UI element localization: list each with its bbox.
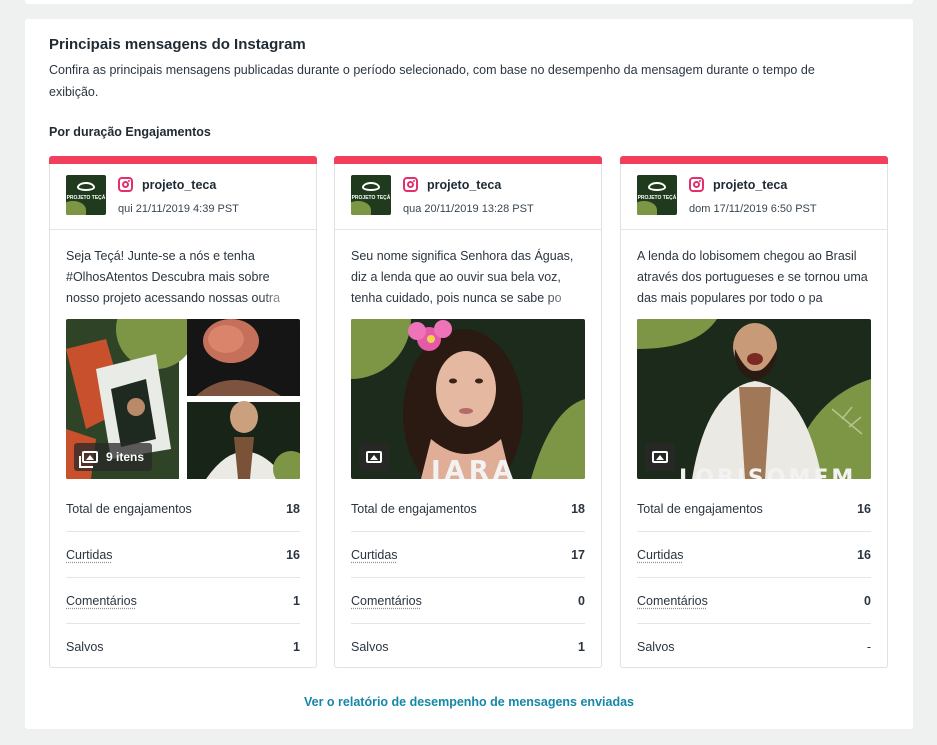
panel-title: Principais mensagens do Instagram [49,36,306,53]
stat-comments: Comentários 0 [351,578,585,624]
top-instagram-messages-panel: Principais mensagens do Instagram Confir… [25,19,913,729]
image-icon [366,451,382,463]
image-caption: LOBISOMEM [679,466,856,479]
card-accent-bar [49,156,317,164]
stat-total-engagements: Total de engajamentos 16 [637,486,871,532]
card-header: PROJETO TEÇÁ projeto_teca qua 20/11/2019… [335,164,601,230]
instagram-icon [118,177,133,192]
post-card[interactable]: PROJETO TEÇÁ projeto_teca qui 21/11/2019… [49,156,317,668]
stat-saves: Salvos - [637,640,871,654]
post-date: dom 17/11/2019 6:50 PST [689,203,817,215]
instagram-icon [689,177,704,192]
stat-total-engagements: Total de engajamentos 18 [66,486,300,532]
post-media-image[interactable]: IARA [351,319,585,479]
avatar: PROJETO TEÇÁ [637,175,677,215]
post-cards: PROJETO TEÇÁ projeto_teca qui 21/11/2019… [49,156,889,668]
stat-likes: Curtidas 17 [351,532,585,578]
stat-likes: Curtidas 16 [637,532,871,578]
post-card[interactable]: PROJETO TEÇÁ projeto_teca dom 17/11/2019… [620,156,888,668]
stat-saves: Salvos 1 [351,640,585,654]
post-text: A lenda do lobisomem chegou ao Brasil at… [637,246,871,310]
card-header: PROJETO TEÇÁ projeto_teca qui 21/11/2019… [50,164,316,230]
stat-total-engagements: Total de engajamentos 18 [351,486,585,532]
gallery-icon [79,451,98,468]
stats-list: Total de engajamentos 18 Curtidas 16 Com… [66,486,300,670]
image-badge [645,443,675,471]
carousel-count: 9 itens [106,450,145,464]
post-card[interactable]: PROJETO TEÇÁ projeto_teca qua 20/11/2019… [334,156,602,668]
post-text: Seu nome significa Senhora das Águas, di… [351,246,585,310]
stats-list: Total de engajamentos 16 Curtidas 16 Com… [637,486,871,670]
post-media-image[interactable]: LOBISOMEM [637,319,871,479]
sent-messages-report-link[interactable]: Ver o relatório de desempenho de mensage… [25,695,913,709]
avatar: PROJETO TEÇÁ [351,175,391,215]
stat-comments: Comentários 1 [66,578,300,624]
stats-list: Total de engajamentos 18 Curtidas 17 Com… [351,486,585,670]
carousel-badge: 9 itens [74,443,153,471]
profile-name[interactable]: projeto_teca [142,178,216,192]
profile-name[interactable]: projeto_teca [713,178,787,192]
stat-saves: Salvos 1 [66,640,300,654]
avatar: PROJETO TEÇÁ [66,175,106,215]
image-badge [359,443,389,471]
image-caption: IARA [431,456,517,479]
card-accent-bar [334,156,602,164]
post-media-carousel[interactable]: 9 itens [66,319,300,479]
sort-label: Por duração Engajamentos [49,125,211,139]
image-icon [652,451,668,463]
card-accent-bar [620,156,888,164]
card-header: PROJETO TEÇÁ projeto_teca dom 17/11/2019… [621,164,887,230]
post-date: qui 21/11/2019 4:39 PST [118,203,239,215]
post-date: qua 20/11/2019 13:28 PST [403,203,534,215]
profile-name[interactable]: projeto_teca [427,178,501,192]
panel-description: Confira as principais mensagens publicad… [49,63,815,99]
stat-likes: Curtidas 16 [66,532,300,578]
post-text: Seja Teçá! Junte-se a nós e tenha #Olhos… [66,246,300,310]
stat-comments: Comentários 0 [637,578,871,624]
instagram-icon [403,177,418,192]
previous-panel-edge [25,0,913,4]
